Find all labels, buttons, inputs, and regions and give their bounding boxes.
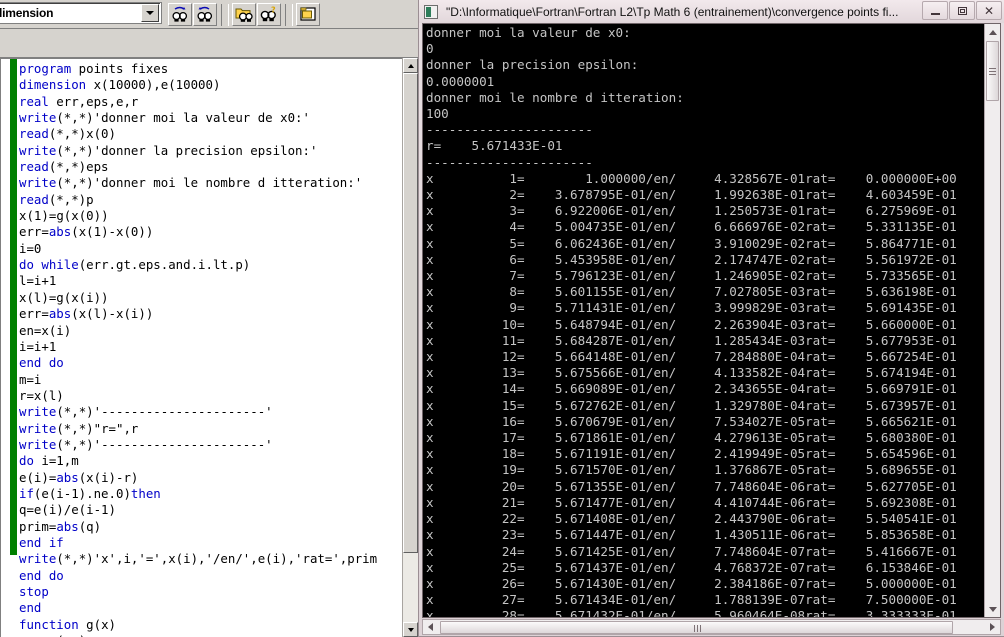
code-line: end [19,600,42,616]
console-scrollbar-thumb[interactable] [986,41,999,101]
scroll-left-arrow-icon[interactable] [423,620,438,634]
code-line: write(*,*)'donner moi le nombre d ittera… [19,175,363,191]
find-in-files-icon[interactable] [232,3,256,26]
console-window: "D:\Informatique\Fortran\Fortran L2\Tp M… [418,0,1004,637]
scroll-right-arrow-icon[interactable] [985,620,1000,634]
code-line: x(1)=g(x(0)) [19,208,109,224]
code-line: end do [19,355,64,371]
scroll-up-arrow-icon[interactable] [985,24,1000,40]
editor-frame: program points fixes dimension x(10000),e… [0,58,418,637]
editor-scrollbar-thumb[interactable] [403,73,418,553]
code-line: q=e(i)/e(i-1) [19,502,116,518]
symbol-combo-value: dimension [0,6,54,20]
scroll-down-arrow-icon[interactable] [985,601,1000,617]
svg-text:?: ? [271,6,276,15]
code-line: write(*,*)"r=",r [19,420,139,436]
console-output-text: donner moi la valeur de x0: 0 donner la … [426,25,957,618]
code-line: stop [19,584,49,599]
window-buttons: ✕ [921,1,1002,20]
console-title-bar[interactable]: "D:\Informatique\Fortran\Fortran L2\Tp M… [419,0,1004,23]
code-line: dimension x(10000),e(10000) [19,77,221,93]
code-line: write(*,*)'x',i,'=',x(i),'/en/',e(i),'ra… [19,551,378,567]
close-button[interactable]: ✕ [976,1,1002,20]
scrollbar-grip-icon [989,68,996,69]
console-title-text: "D:\Informatique\Fortran\Fortran L2\Tp M… [446,4,899,19]
code-line: program points fixes [19,61,169,76]
symbol-combo[interactable]: dimension [0,2,162,24]
toolbar-separator [285,3,293,26]
console-app-icon [424,4,438,19]
editor-vertical-scrollbar[interactable] [402,58,418,637]
code-line: end do [19,567,64,583]
code-line: r=x(l) [19,387,64,403]
console-vertical-scrollbar[interactable] [984,24,1000,617]
code-line: real err,eps,e,r [19,93,139,109]
code-line: write(*,*)'----------------------' [19,436,273,452]
minimize-button[interactable] [922,1,948,20]
code-line: en=x(i) [19,322,72,338]
fortran-source-code[interactable]: program points fixes dimension x(10000),e… [19,61,403,637]
chevron-down-icon[interactable] [141,4,159,22]
build-toolbar: n32 Debug [0,29,418,84]
code-line: write(*,*)'donner la precision epsilon:' [19,142,318,158]
code-editor[interactable]: program points fixes dimension x(10000),e… [0,58,403,637]
code-line: if(e(i-1).ne.0)then [19,485,161,501]
go-to-definition-icon[interactable] [296,3,320,26]
code-line: l=i+1 [19,273,57,289]
scroll-up-arrow-icon[interactable] [403,58,418,73]
code-line: prim=abs(q) [19,518,102,534]
code-line: write(*,*)'donner moi la valeur de x0:' [19,110,310,126]
find-previous-icon[interactable] [193,3,217,26]
code-line: write(*,*)'----------------------' [19,404,273,420]
code-line: read(*,*)p [19,191,94,207]
code-line: m=i [19,371,42,387]
find-next-icon[interactable] [168,3,192,26]
console-horizontal-scrollbar[interactable] [422,619,1001,635]
ide-window: dimension ? program points fixes dimensi… [0,0,418,637]
code-line: e(i)=abs(x(i)-r) [19,469,139,485]
code-line: err=abs(x(l)-x(i)) [19,306,154,322]
code-line: read(*,*)x(0) [19,126,116,142]
toolbar-separator [221,3,229,26]
scrollbar-grip-icon [693,624,695,632]
find-help-icon[interactable]: ? [257,3,281,26]
code-line: do i=1,m [19,453,79,469]
code-line: function g(x) [19,616,116,632]
code-line: i=0 [19,240,42,256]
code-line: end if [19,534,64,550]
console-hscrollbar-thumb[interactable] [440,620,953,634]
find-toolbar: dimension ? [0,0,418,30]
screen: dimension ? program points fixes dimensi… [0,0,1004,637]
change-indicator-bar [10,59,17,555]
code-line: i=i+1 [19,338,57,354]
code-line: read(*,*)eps [19,159,109,175]
code-line: do while(err.gt.eps.and.i.lt.p) [19,257,251,273]
find-button-group: ? [168,3,321,26]
code-line: x(l)=g(x(i)) [19,289,109,305]
code-line: err=abs(x(1)-x(0)) [19,224,154,240]
scroll-down-arrow-icon[interactable] [403,622,418,637]
code-line: g=exp(-x) [19,633,403,637]
console-output-area[interactable]: donner moi la valeur de x0: 0 donner la … [422,23,1001,618]
maximize-button[interactable] [949,1,975,20]
